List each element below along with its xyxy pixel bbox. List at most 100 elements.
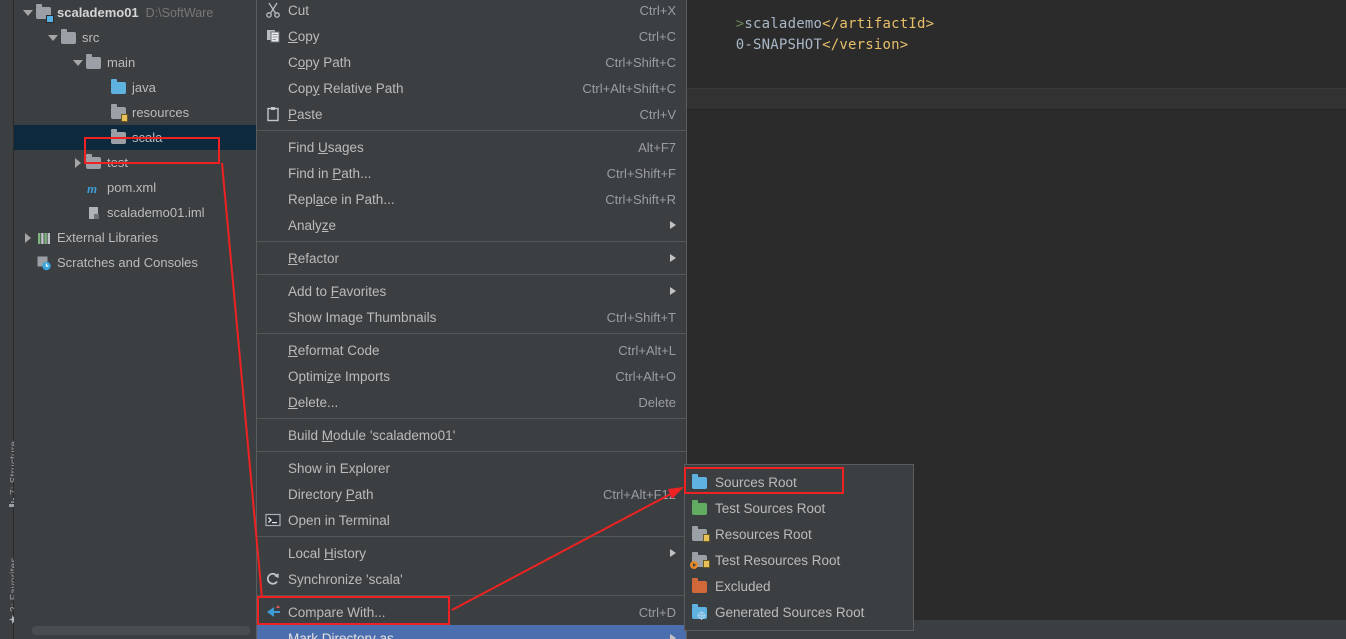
code-close-2: </version> [822,37,909,53]
tree-node-label: resources [132,105,190,120]
menu-item-shortcut: Ctrl+Shift+F [606,165,676,181]
menu-item-label: Build Module 'scalademo01' [288,427,456,443]
tree-node-main[interactable]: main [14,50,256,75]
menu-item-label: Compare With... [288,604,386,620]
menu-item-build-module-scalademo01[interactable]: Build Module 'scalademo01' [257,422,686,448]
project-tool-window[interactable]: scalademo01 D:\SoftWare src main java resourc… [14,0,256,639]
menu-item-replace-in-path[interactable]: Replace in Path... Ctrl+Shift+R [257,186,686,212]
menu-item-shortcut: Alt+F7 [638,139,676,155]
chevron-down-icon[interactable] [22,7,34,19]
menu-item-label: Open in Terminal [288,512,390,528]
mark-directory-as-submenu[interactable]: Sources Root Test Sources Root Resources R… [684,464,914,631]
folder-gray-icon [111,128,127,146]
submenu-item-sources-root[interactable]: Sources Root [685,469,913,495]
copy-icon [265,28,281,44]
menu-separator [257,418,686,419]
menu-item-mark-directory-as[interactable]: Mark Directory as [257,625,686,639]
menu-item-shortcut: Delete [638,394,676,410]
submenu-item-label: Resources Root [715,526,812,542]
menu-item-analyze[interactable]: Analyze [257,212,686,238]
menu-item-label: Cut [288,2,310,18]
tree-node-resources[interactable]: resources [14,100,256,125]
twisty-placeholder [72,182,84,194]
submenu-item-resources-root[interactable]: Resources Root [685,521,913,547]
chevron-right-icon [670,549,676,557]
menu-item-delete[interactable]: Delete... Delete [257,389,686,415]
menu-item-shortcut: Ctrl+D [638,604,676,620]
menu-item-label: Analyze [288,217,337,233]
menu-item-show-image-thumbnails[interactable]: Show Image Thumbnails Ctrl+Shift+T [257,304,686,330]
menu-item-compare-with[interactable]: Compare With... Ctrl+D [257,599,686,625]
menu-item-refactor[interactable]: Refactor [257,245,686,271]
menu-item-label: Replace in Path... [288,191,395,207]
menu-item-label: Add to Favorites [288,283,387,299]
menu-item-directory-path[interactable]: Directory Path Ctrl+Alt+F12 [257,481,686,507]
tree-node-scala[interactable]: scala [14,125,256,150]
menu-item-find-usages[interactable]: Find Usages Alt+F7 [257,134,686,160]
tree-node-scalademo01-iml[interactable]: scalademo01.iml [14,200,256,225]
tree-node-scalademo01[interactable]: scalademo01 D:\SoftWare [14,0,256,25]
menu-item-shortcut: Ctrl+Alt+F12 [603,486,676,502]
tree-node-src[interactable]: src [14,25,256,50]
code-line-version: 0-SNAPSHOT</version> [684,21,908,69]
iml-module-file-icon [86,205,102,221]
menu-item-add-to-favorites[interactable]: Add to Favorites [257,278,686,304]
project-tree[interactable]: scalademo01 D:\SoftWare src main java resourc… [14,0,256,275]
chevron-right-icon[interactable] [72,157,84,169]
menu-item-paste[interactable]: Paste Ctrl+V [257,101,686,127]
folder-blue-icon [111,78,127,96]
tree-node-label: pom.xml [107,180,157,195]
module-folder-icon [36,3,54,23]
menu-item-label: Paste [288,106,323,122]
submenu-item-test-resources-root[interactable]: Test Resources Root [685,547,913,573]
menu-separator [257,333,686,334]
submenu-item-label: Test Sources Root [715,500,826,516]
chevron-right-icon [670,254,676,262]
menu-separator [257,536,686,537]
folder-blue-icon [692,474,709,489]
code-text-2: 0-SNAPSHOT [735,37,823,53]
menu-item-open-in-terminal[interactable]: Open in Terminal [257,507,686,533]
menu-item-shortcut: Ctrl+C [638,28,676,44]
menu-item-copy-path[interactable]: Copy Path Ctrl+Shift+C [257,49,686,75]
left-tool-strip: 7: Structure 2: Favorites [0,0,20,639]
menu-item-show-in-explorer[interactable]: Show in Explorer [257,455,686,481]
context-menu[interactable]: Cut Ctrl+X Copy Ctrl+C Copy Path Ctrl+Shift+C… [256,0,687,639]
menu-item-optimize-imports[interactable]: Optimize Imports Ctrl+Alt+O [257,363,686,389]
menu-item-label: Mark Directory as [288,630,394,639]
tree-node-label: External Libraries [57,230,159,245]
submenu-item-excluded[interactable]: Excluded [685,573,913,599]
chevron-down-icon[interactable] [47,32,59,44]
menu-item-cut[interactable]: Cut Ctrl+X [257,0,686,23]
tree-node-java[interactable]: java [14,75,256,100]
tree-node-external-libraries[interactable]: External Libraries [14,225,256,250]
menu-item-shortcut: Ctrl+V [639,106,676,122]
menu-item-shortcut: Ctrl+Shift+T [606,309,676,325]
submenu-item-test-sources-root[interactable]: Test Sources Root [685,495,913,521]
tree-node-label: test [107,155,128,170]
tree-node-label: java [132,80,156,95]
menu-item-label: Local History [288,545,367,561]
project-horizontal-scrollbar[interactable] [32,626,250,635]
menu-item-copy-relative-path[interactable]: Copy Relative Path Ctrl+Alt+Shift+C [257,75,686,101]
menu-item-local-history[interactable]: Local History [257,540,686,566]
chevron-right-icon[interactable] [22,232,34,244]
menu-item-label: Delete... [288,394,339,410]
menu-item-reformat-code[interactable]: Reformat Code Ctrl+Alt+L [257,337,686,363]
menu-item-label: Copy Path [288,54,352,70]
tree-node-pom-xml[interactable]: m pom.xml [14,175,256,200]
submenu-item-generated-sources-root[interactable]: Generated Sources Root [685,599,913,625]
chevron-right-icon [670,634,676,639]
twisty-placeholder [22,257,34,269]
ide-window: 7: Structure 2: Favorites >scalademo</ar… [0,0,1346,639]
submenu-item-label: Test Resources Root [715,552,841,568]
tree-node-test[interactable]: test [14,150,256,175]
menu-separator [257,451,686,452]
chevron-down-icon[interactable] [72,57,84,69]
menu-item-synchronize-scala[interactable]: Synchronize 'scala' [257,566,686,592]
tree-node-scratches-and-consoles[interactable]: Scratches and Consoles [14,250,256,275]
tree-node-label: scalademo01 [57,5,139,20]
twisty-placeholder [97,132,109,144]
menu-item-copy[interactable]: Copy Ctrl+C [257,23,686,49]
menu-item-find-in-path[interactable]: Find in Path... Ctrl+Shift+F [257,160,686,186]
